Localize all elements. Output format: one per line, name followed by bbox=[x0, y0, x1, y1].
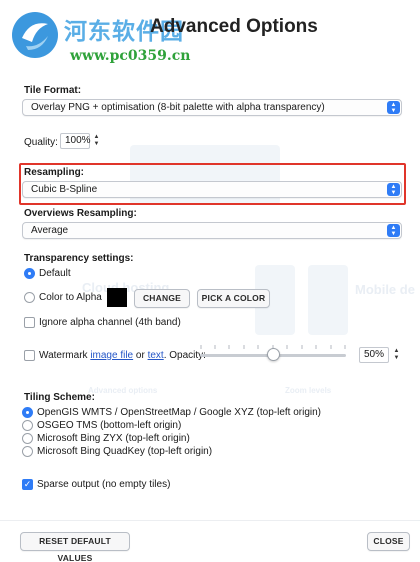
text-link[interactable]: text bbox=[148, 350, 164, 361]
dialog-title: Advanced Options bbox=[150, 16, 318, 37]
pick-color-button[interactable]: PICK A COLOR bbox=[197, 289, 270, 308]
tile-format-value: Overlay PNG + optimisation (8-bit palett… bbox=[31, 102, 325, 113]
tiling-option-label-0: OpenGIS WMTS / OpenStreetMap / Google XY… bbox=[37, 407, 321, 418]
tiling-option-label-2: Microsoft Bing ZYX (top-left origin) bbox=[37, 433, 190, 444]
change-color-button[interactable]: CHANGE bbox=[134, 289, 190, 308]
select-arrows-icon: ▲ ▼ bbox=[387, 183, 400, 196]
transparency-default-radio[interactable] bbox=[24, 268, 35, 279]
tiling-option-label-1: OSGEO TMS (bottom-left origin) bbox=[37, 420, 182, 431]
tiling-option-label-3: Microsoft Bing QuadKey (top-left origin) bbox=[37, 446, 213, 457]
background-label-advanced: Advanced options bbox=[88, 386, 158, 395]
overviews-resampling-value: Average bbox=[31, 225, 69, 236]
background-label-zoom: Zoom levels bbox=[285, 386, 332, 395]
watermark-label-row: Watermark image file or text. Opacity: bbox=[39, 350, 206, 361]
quality-input[interactable]: 100% bbox=[60, 133, 91, 149]
sparse-output-label: Sparse output (no empty tiles) bbox=[37, 479, 171, 490]
overviews-resampling-select[interactable]: Average ▲ ▼ bbox=[22, 222, 402, 239]
watermark-or-text: or bbox=[135, 350, 145, 361]
quality-stepper-icon[interactable]: ▲ ▼ bbox=[92, 134, 101, 150]
color-to-alpha-radio[interactable] bbox=[24, 292, 35, 303]
background-phone-2 bbox=[308, 265, 348, 335]
quality-label: Quality: bbox=[24, 137, 58, 148]
select-arrows-icon: ▲ ▼ bbox=[387, 101, 400, 114]
tile-format-label: Tile Format: bbox=[24, 85, 82, 96]
tiling-scheme-label: Tiling Scheme: bbox=[24, 392, 95, 403]
overviews-resampling-label: Overviews Resampling: bbox=[24, 208, 137, 219]
transparency-label: Transparency settings: bbox=[24, 253, 134, 264]
ignore-alpha-label: Ignore alpha channel (4th band) bbox=[39, 317, 181, 328]
ignore-alpha-checkbox[interactable] bbox=[24, 317, 35, 328]
tiling-option-radio-3[interactable] bbox=[22, 446, 33, 457]
resampling-label: Resampling: bbox=[24, 167, 85, 178]
resampling-value: Cubic B-Spline bbox=[31, 184, 98, 195]
opacity-stepper-icon[interactable]: ▲ ▼ bbox=[392, 348, 401, 364]
footer-divider bbox=[0, 520, 420, 521]
tiling-option-radio-0[interactable] bbox=[22, 407, 33, 418]
image-file-link[interactable]: image file bbox=[90, 350, 133, 361]
tile-format-select[interactable]: Overlay PNG + optimisation (8-bit palett… bbox=[22, 99, 402, 116]
tiling-option-radio-1[interactable] bbox=[22, 420, 33, 431]
watermark-label: Watermark bbox=[39, 350, 88, 361]
tiling-option-radio-2[interactable] bbox=[22, 433, 33, 444]
opacity-slider-thumb[interactable] bbox=[267, 348, 280, 361]
watermark-checkbox[interactable] bbox=[24, 350, 35, 361]
alpha-color-swatch[interactable] bbox=[107, 288, 127, 307]
watermark-logo-icon bbox=[12, 12, 58, 58]
background-label-mobile: Mobile de bbox=[355, 282, 415, 297]
color-to-alpha-label: Color to Alpha bbox=[39, 292, 102, 303]
opacity-input[interactable]: 50% bbox=[359, 347, 389, 363]
watermark-url: www.pc0359.cn bbox=[70, 48, 191, 64]
transparency-default-label: Default bbox=[39, 268, 71, 279]
close-button[interactable]: CLOSE bbox=[367, 532, 410, 551]
resampling-select[interactable]: Cubic B-Spline ▲ ▼ bbox=[22, 181, 402, 198]
reset-default-values-button[interactable]: RESET DEFAULT VALUES bbox=[20, 532, 130, 562]
select-arrows-icon: ▲ ▼ bbox=[387, 224, 400, 237]
sparse-output-checkbox[interactable]: ✓ bbox=[22, 479, 33, 490]
